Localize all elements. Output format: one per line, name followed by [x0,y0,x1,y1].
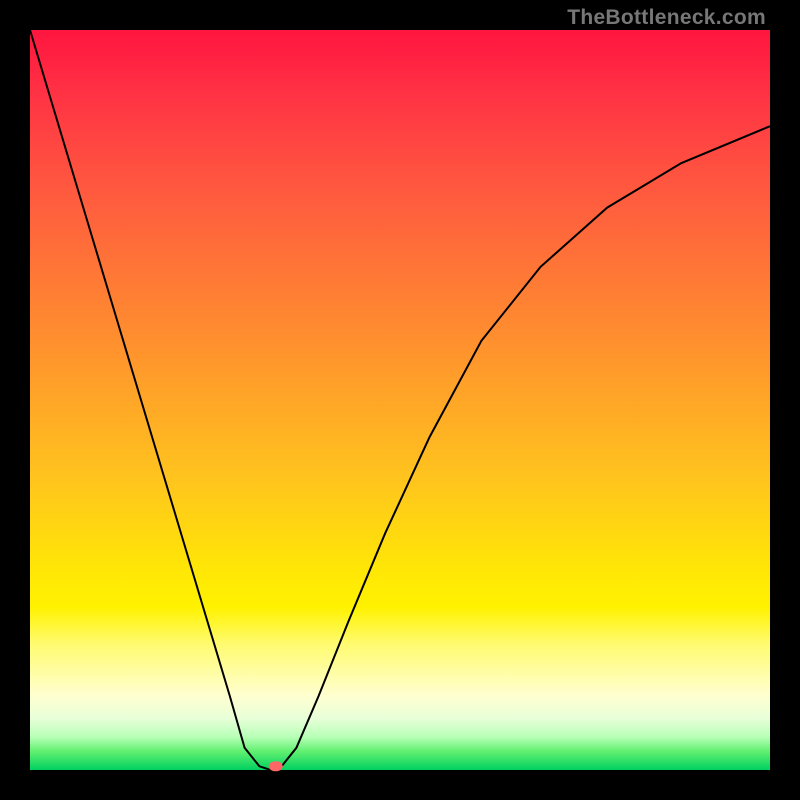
chart-frame: TheBottleneck.com [0,0,800,800]
watermark-text: TheBottleneck.com [567,6,766,30]
curve-layer [30,30,770,770]
valley-marker [269,761,283,771]
plot-area [30,30,770,770]
bottleneck-curve [30,30,770,770]
